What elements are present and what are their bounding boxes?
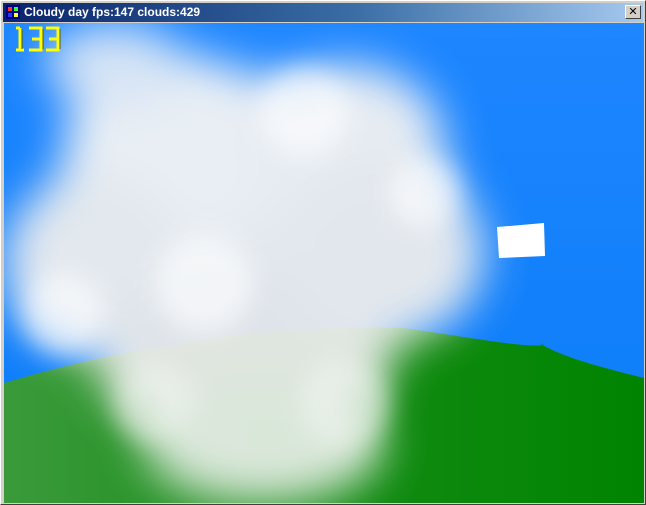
window-title: Cloudy day fps:147 clouds:429 xyxy=(24,5,201,19)
small-cloud xyxy=(497,223,545,258)
render-viewport[interactable]: 133 xyxy=(4,23,644,503)
title-bar[interactable]: Cloudy day fps:147 clouds:429 ✕ xyxy=(3,3,643,22)
fps-counter-digits xyxy=(16,26,61,52)
cloud-scene xyxy=(4,23,644,503)
app-window: Cloudy day fps:147 clouds:429 ✕ xyxy=(0,0,646,505)
close-button[interactable]: ✕ xyxy=(625,5,641,19)
app-icon xyxy=(6,5,20,19)
